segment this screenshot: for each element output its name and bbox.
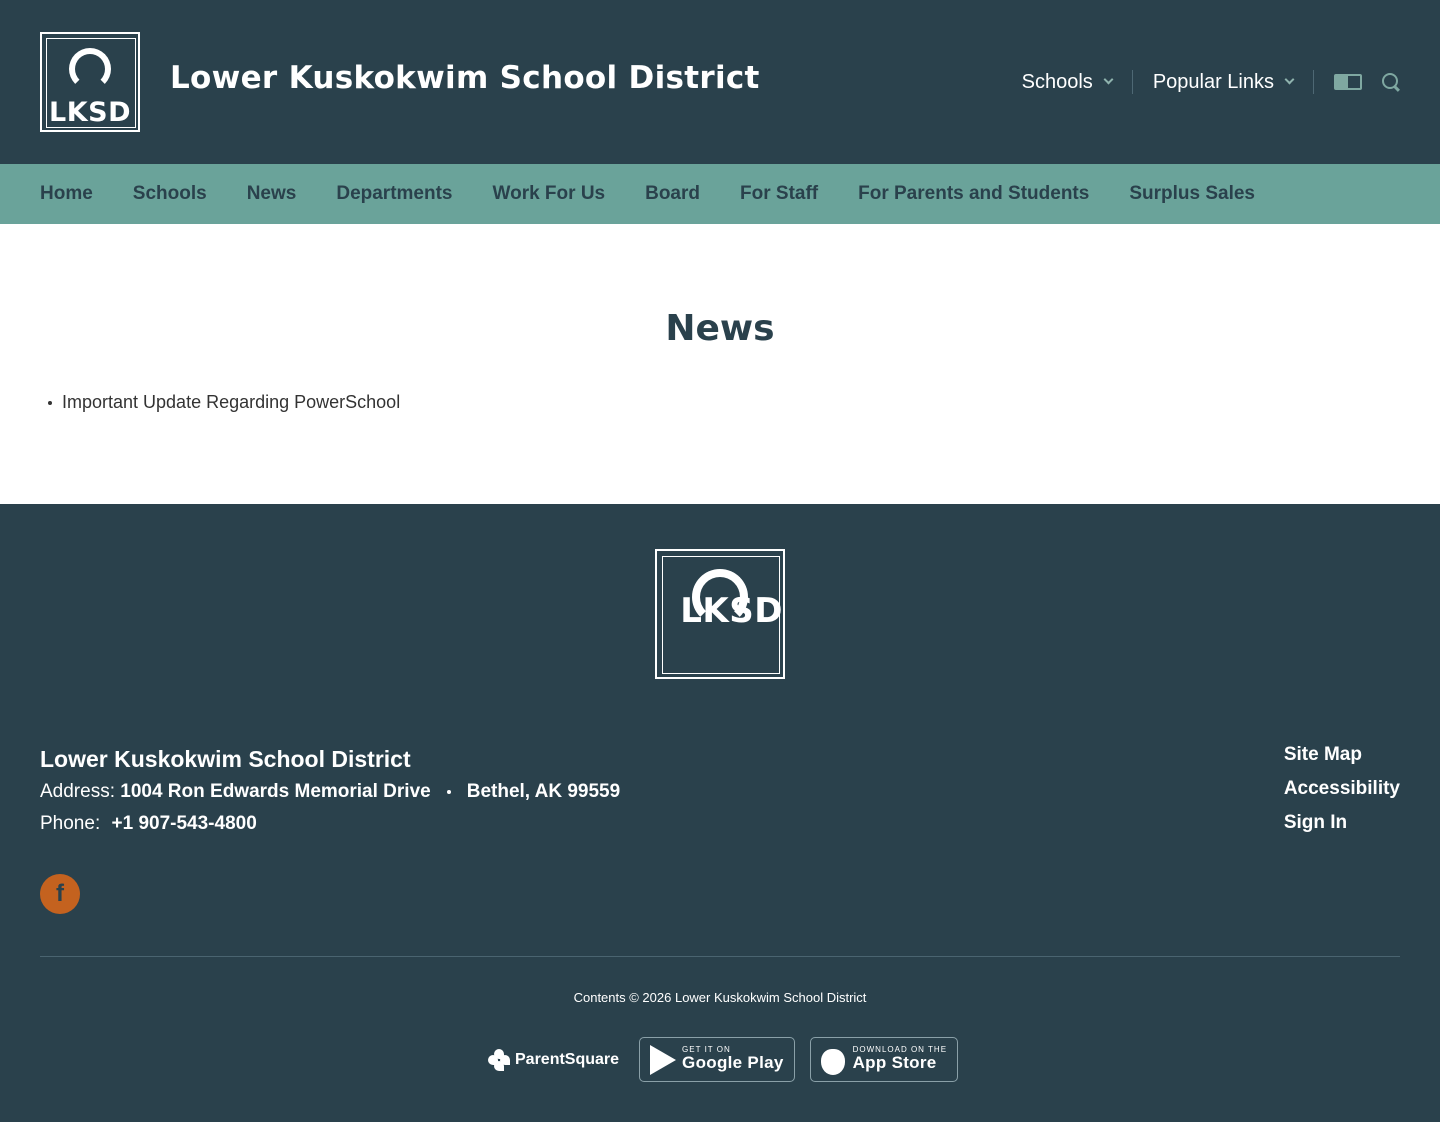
footer-link-sign-in[interactable]: Sign In bbox=[1284, 812, 1400, 834]
search-icon[interactable] bbox=[1382, 73, 1400, 91]
util-popular-links-dropdown[interactable]: Popular Links bbox=[1152, 70, 1295, 94]
nav-news[interactable]: News bbox=[247, 183, 297, 205]
footer-link-accessibility[interactable]: Accessibility bbox=[1284, 778, 1400, 800]
app-store-badge[interactable]: DOWNLOAD ON THE App Store bbox=[809, 1037, 959, 1082]
google-play-badge[interactable]: GET IT ON Google Play bbox=[639, 1037, 795, 1082]
parentsquare-icon bbox=[488, 1048, 510, 1071]
app-badges: ParentSquare GET IT ON Google Play DOWNL… bbox=[488, 1037, 973, 1082]
news-list: Important Update Regarding PowerSchool bbox=[48, 392, 400, 413]
footer-divider bbox=[40, 956, 1400, 957]
utility-nav: Schools Popular Links bbox=[1022, 68, 1400, 96]
nav-schools[interactable]: Schools bbox=[133, 183, 207, 205]
logo-text: LKSD bbox=[680, 591, 783, 631]
separator-dot bbox=[446, 789, 451, 794]
logo-text: LKSD bbox=[49, 97, 131, 128]
footer-phone: Phone: +1 907-543-4800 bbox=[40, 813, 257, 835]
facebook-icon[interactable]: f bbox=[40, 874, 80, 914]
nav-for-parents-and-students[interactable]: For Parents and Students bbox=[858, 183, 1089, 205]
site-footer: LKSD Lower Kuskokwim School District Add… bbox=[0, 504, 1440, 1122]
util-popular-links-label: Popular Links bbox=[1152, 70, 1274, 93]
google-play-big: Google Play bbox=[682, 1053, 784, 1073]
phone-label: Phone: bbox=[40, 813, 101, 834]
parentsquare-label: ParentSquare bbox=[515, 1050, 620, 1068]
translate-icon[interactable] bbox=[1334, 74, 1362, 90]
district-logo[interactable]: LKSD bbox=[40, 32, 140, 132]
parentsquare-link[interactable]: ParentSquare bbox=[488, 1048, 620, 1071]
nav-departments[interactable]: Departments bbox=[336, 183, 452, 205]
main-nav: Home Schools News Departments Work For U… bbox=[0, 164, 1440, 224]
site-title[interactable]: Lower Kuskokwim School District bbox=[170, 60, 760, 96]
phone-number[interactable]: +1 907-543-4800 bbox=[112, 813, 257, 834]
nav-work-for-us[interactable]: Work For Us bbox=[493, 183, 606, 205]
logo-emblem-icon bbox=[69, 48, 111, 90]
apple-icon bbox=[820, 1045, 847, 1075]
list-item: Important Update Regarding PowerSchool bbox=[48, 392, 400, 413]
footer-logo[interactable]: LKSD bbox=[655, 549, 785, 679]
chevron-down-icon bbox=[1103, 74, 1114, 85]
nav-surplus-sales[interactable]: Surplus Sales bbox=[1129, 183, 1255, 205]
facebook-glyph: f bbox=[56, 880, 64, 907]
util-schools-dropdown[interactable]: Schools bbox=[1021, 70, 1114, 94]
nav-for-staff[interactable]: For Staff bbox=[740, 183, 818, 205]
address-city[interactable]: Bethel, AK 99559 bbox=[467, 781, 620, 802]
main-content: News Important Update Regarding PowerSch… bbox=[0, 224, 1440, 504]
google-play-icon bbox=[650, 1044, 677, 1075]
bullet-icon bbox=[48, 400, 52, 405]
footer-address: Address: 1004 Ron Edwards Memorial Drive… bbox=[40, 781, 620, 803]
footer-link-site-map[interactable]: Site Map bbox=[1284, 744, 1400, 766]
copyright: Contents © 2026 Lower Kuskokwim School D… bbox=[573, 990, 867, 1005]
util-divider bbox=[1313, 70, 1314, 94]
address-street[interactable]: 1004 Ron Edwards Memorial Drive bbox=[120, 781, 430, 802]
footer-district-name: Lower Kuskokwim School District bbox=[40, 746, 411, 772]
app-store-big: App Store bbox=[852, 1053, 937, 1073]
chevron-down-icon bbox=[1284, 74, 1295, 85]
address-label: Address: bbox=[40, 781, 115, 802]
util-schools-label: Schools bbox=[1021, 70, 1093, 93]
news-link[interactable]: Important Update Regarding PowerSchool bbox=[62, 392, 400, 413]
nav-home[interactable]: Home bbox=[40, 183, 93, 205]
util-divider bbox=[1131, 70, 1133, 94]
footer-links: Site Map Accessibility Sign In bbox=[1284, 744, 1400, 846]
site-header: LKSD Lower Kuskokwim School District Sch… bbox=[0, 0, 1440, 164]
nav-board[interactable]: Board bbox=[645, 183, 700, 205]
page-title: News bbox=[665, 308, 775, 349]
